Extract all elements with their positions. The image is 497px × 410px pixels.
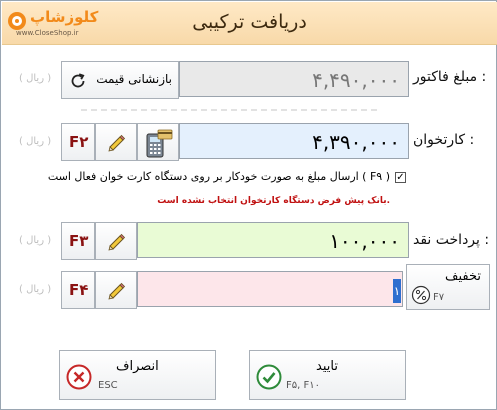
dialog-title: دریافت ترکیبی <box>192 11 307 33</box>
card-reader-key-button[interactable]: F۲ <box>61 123 95 161</box>
check-icon <box>256 364 282 390</box>
confirm-label: تایید <box>316 359 338 374</box>
cancel-key: ESC <box>98 380 118 391</box>
invoice-amount-field: ۴,۴۹۰,۰۰۰ <box>179 61 409 97</box>
other-amount-value: ۱ <box>393 279 401 303</box>
card-reader-unit: ( ریال ) <box>19 136 52 147</box>
auto-send-label: ارسال مبلغ به صورت خودکار بر روی دستگاه … <box>47 170 390 183</box>
discount-key: F۷ <box>433 292 445 303</box>
cancel-label: انصراف <box>116 359 159 374</box>
discount-label: تخفیف <box>445 269 481 284</box>
dialog-window: کلوزشاپ www.CloseShop.ir دریافت ترکیبی م… <box>0 0 497 410</box>
other-key: F۴ <box>69 281 89 299</box>
pencil-icon <box>108 233 126 251</box>
pencil-icon <box>108 282 126 300</box>
percent-icon <box>411 285 431 305</box>
close-icon <box>66 364 92 390</box>
confirm-key: F۵, F۱۰ <box>286 380 320 391</box>
other-key-button[interactable]: F۴ <box>61 271 95 309</box>
invoice-label: مبلغ فاکتور : <box>413 69 487 85</box>
default-bank-warning: بانک پیش فرض دستگاه کارتخوان انتخاب نشده… <box>157 196 390 206</box>
reset-price-button[interactable]: بازنشانی قیمت <box>61 61 179 99</box>
other-amount-field[interactable] <box>137 271 403 307</box>
other-unit: ( ریال ) <box>19 284 52 295</box>
card-reader-amount-value: ۴,۳۹۰,۰۰۰ <box>312 130 400 154</box>
cash-key: F۳ <box>69 232 89 250</box>
cancel-button[interactable]: انصراف ESC <box>59 350 216 400</box>
card-reader-device-button[interactable] <box>137 123 179 161</box>
card-reader-key: F۲ <box>69 133 89 151</box>
auto-send-checkbox[interactable]: ✓ <box>395 172 406 183</box>
dialog-header: کلوزشاپ www.CloseShop.ir دریافت ترکیبی <box>2 2 497 45</box>
cash-edit-button[interactable] <box>95 222 137 260</box>
cash-unit: ( ریال ) <box>19 235 52 246</box>
invoice-unit: ( ریال ) <box>19 73 52 84</box>
other-edit-button[interactable] <box>95 271 137 309</box>
card-reader-edit-button[interactable] <box>95 123 137 161</box>
pos-terminal-icon <box>146 129 173 158</box>
confirm-button[interactable]: تایید F۵, F۱۰ <box>249 350 406 400</box>
cash-key-button[interactable]: F۳ <box>61 222 95 260</box>
discount-button[interactable]: تخفیف F۷ <box>406 264 490 310</box>
card-reader-amount-field[interactable]: ۴,۳۹۰,۰۰۰ <box>179 123 409 159</box>
divider <box>81 109 377 111</box>
invoice-amount-value: ۴,۴۹۰,۰۰۰ <box>312 68 400 92</box>
cash-payment-field[interactable]: ۱۰۰,۰۰۰ <box>137 222 409 258</box>
cash-payment-value: ۱۰۰,۰۰۰ <box>329 229 400 253</box>
pencil-icon <box>108 134 126 152</box>
reset-price-label: بازنشانی قیمت <box>96 72 172 86</box>
cash-payment-label: پرداخت نقد : <box>413 232 490 248</box>
card-reader-label: کارتخوان : <box>413 132 475 148</box>
refresh-icon <box>71 73 85 88</box>
